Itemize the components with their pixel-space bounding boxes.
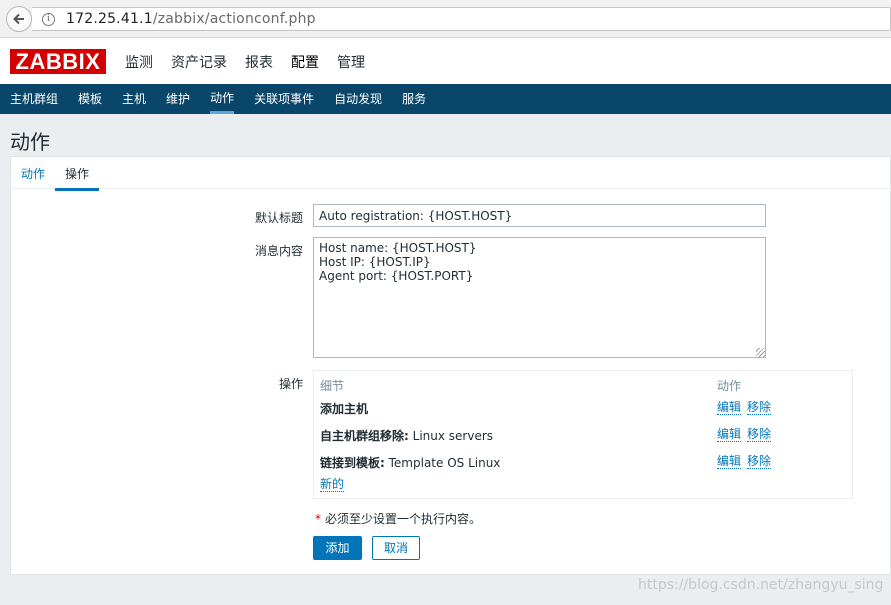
subnav-templates[interactable]: 模板 bbox=[78, 84, 102, 114]
operation-row-remove-group: 自主机群组移除: Linux servers bbox=[320, 427, 493, 444]
menu-reports[interactable]: 报表 bbox=[245, 52, 273, 72]
default-subject-label: 默认标题 bbox=[254, 211, 303, 225]
browser-toolbar: i 172.25.41.1/zabbix/actionconf.php bbox=[0, 0, 891, 38]
url-host: 172.25.41.1 bbox=[66, 11, 153, 27]
subnav-services[interactable]: 服务 bbox=[402, 84, 426, 114]
menu-configuration[interactable]: 配置 bbox=[291, 52, 319, 72]
op-title: 链接到模板: bbox=[320, 456, 385, 470]
resize-grip-icon[interactable] bbox=[756, 348, 765, 357]
op-title: 添加主机 bbox=[320, 402, 369, 416]
message-textarea[interactable] bbox=[313, 237, 766, 358]
operation-row-link-template: 链接到模板: Template OS Linux bbox=[320, 454, 500, 471]
message-label: 消息内容 bbox=[254, 244, 303, 258]
subnav-discovery[interactable]: 自动发现 bbox=[334, 84, 382, 114]
ops-column-details: 细节 bbox=[320, 379, 345, 393]
page-title: 动作 bbox=[10, 130, 50, 154]
op-detail: Linux servers bbox=[408, 429, 494, 443]
message-wrapper bbox=[313, 237, 766, 358]
op-detail: Template OS Linux bbox=[384, 456, 501, 470]
subnav-maintenance[interactable]: 维护 bbox=[166, 84, 190, 114]
zabbix-logo[interactable]: ZABBIX bbox=[10, 49, 106, 74]
info-icon[interactable]: i bbox=[42, 13, 55, 26]
main-menu: 监测 资产记录 报表 配置 管理 bbox=[125, 52, 383, 72]
operations-label: 操作 bbox=[278, 377, 303, 391]
remove-link[interactable]: 移除 bbox=[747, 400, 772, 415]
new-operation-link[interactable]: 新的 bbox=[320, 477, 345, 492]
menu-administration[interactable]: 管理 bbox=[337, 52, 365, 72]
ops-column-action: 动作 bbox=[717, 379, 742, 393]
default-subject-input[interactable] bbox=[313, 204, 766, 227]
op-title: 自主机群组移除: bbox=[320, 429, 409, 443]
url-text: 172.25.41.1/zabbix/actionconf.php bbox=[66, 11, 316, 27]
operation-row-add-host: 添加主机 bbox=[320, 400, 368, 417]
action-form-panel: 动作 操作 默认标题 消息内容 操作 细节 动作 添加主机 编辑 移除 自主机群… bbox=[10, 156, 891, 575]
remove-link[interactable]: 移除 bbox=[747, 427, 772, 442]
edit-link[interactable]: 编辑 bbox=[717, 427, 742, 442]
watermark: https://blog.csdn.net/zhangyu_sing bbox=[638, 577, 884, 593]
remove-link[interactable]: 移除 bbox=[747, 454, 772, 469]
edit-link[interactable]: 编辑 bbox=[717, 454, 742, 469]
top-header: ZABBIX 监测 资产记录 报表 配置 管理 bbox=[0, 38, 891, 84]
back-button[interactable] bbox=[6, 6, 32, 32]
required-note-text: 必须至少设置一个执行内容。 bbox=[325, 512, 482, 526]
required-note: * 必须至少设置一个执行内容。 bbox=[315, 510, 481, 527]
tab-operations[interactable]: 操作 bbox=[55, 165, 100, 191]
form-tabs: 动作 操作 bbox=[11, 157, 891, 191]
add-button[interactable]: 添加 bbox=[313, 536, 362, 560]
sub-navigation: 主机群组 模板 主机 维护 动作 关联项事件 自动发现 服务 bbox=[0, 84, 891, 114]
operations-table: 细节 动作 添加主机 编辑 移除 自主机群组移除: Linux servers … bbox=[313, 370, 853, 499]
subnav-actions[interactable]: 动作 bbox=[210, 84, 235, 114]
required-asterisk: * bbox=[315, 512, 321, 526]
subnav-host-groups[interactable]: 主机群组 bbox=[10, 84, 58, 114]
tab-action[interactable]: 动作 bbox=[21, 165, 45, 182]
address-bar[interactable]: i 172.25.41.1/zabbix/actionconf.php bbox=[32, 7, 891, 31]
subnav-hosts[interactable]: 主机 bbox=[122, 84, 146, 114]
edit-link[interactable]: 编辑 bbox=[717, 400, 742, 415]
arrow-left-icon bbox=[13, 13, 24, 25]
subnav-event-correlation[interactable]: 关联项事件 bbox=[254, 84, 314, 114]
url-path: /zabbix/actionconf.php bbox=[152, 11, 316, 27]
menu-inventory[interactable]: 资产记录 bbox=[171, 52, 227, 72]
menu-monitoring[interactable]: 监测 bbox=[125, 52, 153, 72]
cancel-button[interactable]: 取消 bbox=[372, 536, 420, 560]
